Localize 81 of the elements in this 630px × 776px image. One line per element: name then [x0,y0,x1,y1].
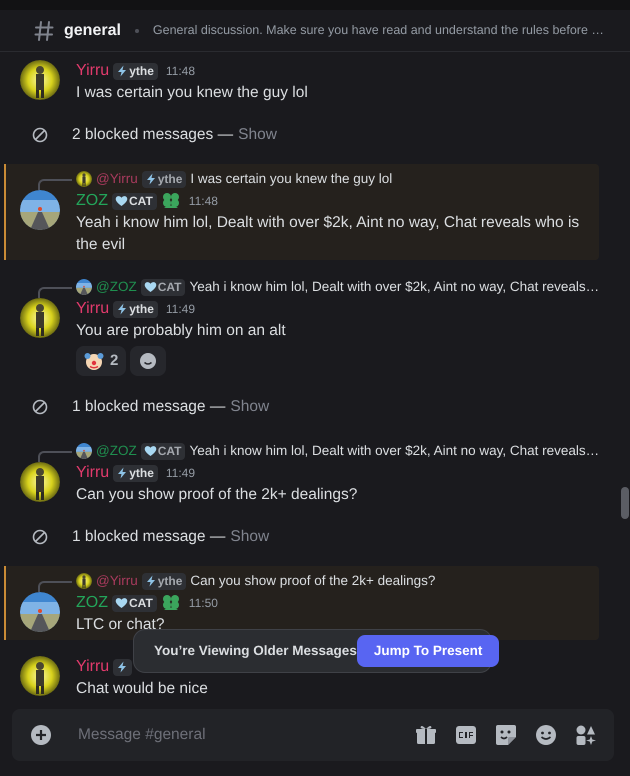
heart-icon [144,445,157,457]
reply-author[interactable]: @Yirru [96,570,138,592]
avatar[interactable] [76,279,92,295]
show-link[interactable]: Show [238,123,277,147]
hashtag-icon [32,18,56,42]
blocked-icon [32,127,48,143]
tag-label: ythe [129,63,154,80]
lightning-icon [116,661,128,673]
add-icon[interactable] [30,724,52,746]
lightning-icon [116,303,128,315]
avatar[interactable] [20,656,60,696]
message-text: Yeah i know him lol, Dealt with over $2k, Aint no way, Chat reveals who is the evil [76,213,580,255]
timestamp: 11:49 [166,465,196,482]
blocked-icon [32,529,48,545]
author-name[interactable]: Yirru [76,59,110,83]
author-name[interactable]: Yirru [76,655,110,679]
message-text: I was certain you knew the guy lol [76,83,309,103]
message-text: Can you show proof of the 2k+ dealings? [76,485,358,505]
avatar[interactable] [76,573,92,589]
channel-name: general [64,20,121,40]
heart-icon [144,281,157,293]
tag-label: ythe [158,573,182,590]
tag-label: CAT [158,279,182,296]
message-field[interactable]: Message #general [12,709,614,761]
gif-icon[interactable] [454,723,478,747]
tag-label: CAT [129,595,153,612]
reply-preview[interactable]: Can you show proof of the 2k+ dealings? [190,570,436,592]
blocked-messages-label: 2 blocked messages — [72,125,234,146]
tag-label: ythe [129,301,154,318]
apps-icon[interactable] [574,723,598,747]
tag-label: CAT [158,443,182,460]
emoji-icon[interactable] [534,723,558,747]
lightning-icon [144,173,157,185]
avatar[interactable] [76,443,92,459]
reply-author[interactable]: @Yirru [96,168,138,190]
message-input[interactable]: Message #general [76,722,398,748]
avatar[interactable] [20,190,60,230]
reply-author[interactable]: @ZOZ [96,276,137,298]
heart-icon [115,597,128,609]
scrollbar-thumb[interactable] [621,487,630,519]
banner-text: You’re Viewing Older Messages [154,642,357,660]
message-text: You are probably him on an alt [76,321,287,341]
show-link[interactable]: Show [230,395,270,419]
blocked-messages-label: 1 blocked message — [72,397,226,418]
avatar[interactable] [20,462,60,502]
timestamp: 11:49 [166,301,196,318]
heart-icon [115,195,128,207]
reply-author[interactable]: @ZOZ [96,440,137,462]
author-name[interactable]: ZOZ [76,189,108,213]
lightning-icon [116,65,128,77]
add-reaction-button[interactable] [130,346,166,376]
blocked-icon [32,399,48,415]
lightning-icon [116,467,128,479]
sticker-icon[interactable] [494,723,518,747]
message-text: LTC or chat? [76,615,166,635]
emoji-icon [138,351,158,371]
tag-label: ythe [158,171,182,188]
gift-icon[interactable] [414,723,438,747]
channel-topic[interactable]: General discussion. Make sure you have read and understand the rules before … [152,21,604,40]
tag-label: CAT [129,193,153,210]
reply-preview[interactable]: Yeah i know him lol, Dealt with over $2k, Aint no way, Chat reveals… [189,440,600,462]
avatar[interactable] [20,298,60,338]
author-name[interactable]: Yirru [76,461,110,485]
avatar[interactable] [20,592,60,632]
reply-preview[interactable]: Yeah i know him lol, Dealt with over $2k, Aint no way, Chat reveals… [189,276,600,298]
tag-label: ythe [129,465,154,482]
timestamp: 11:50 [188,595,218,612]
reaction-button[interactable]: 2 [76,346,126,376]
reply-preview[interactable]: I was certain you knew the guy lol [190,168,392,190]
show-link[interactable]: Show [230,525,270,549]
author-name[interactable]: ZOZ [76,591,108,615]
author-name[interactable]: Yirru [76,297,110,321]
clown-icon [84,351,104,371]
avatar[interactable] [20,60,60,100]
timestamp: 11:48 [166,63,196,80]
timestamp: 11:48 [188,193,218,210]
lightning-icon [144,575,157,587]
jump-to-present-button[interactable]: Jump To Present [356,635,500,667]
avatar[interactable] [76,171,92,187]
message-text: Chat would be nice [76,679,209,699]
blocked-messages-label: 1 blocked message — [72,527,226,548]
